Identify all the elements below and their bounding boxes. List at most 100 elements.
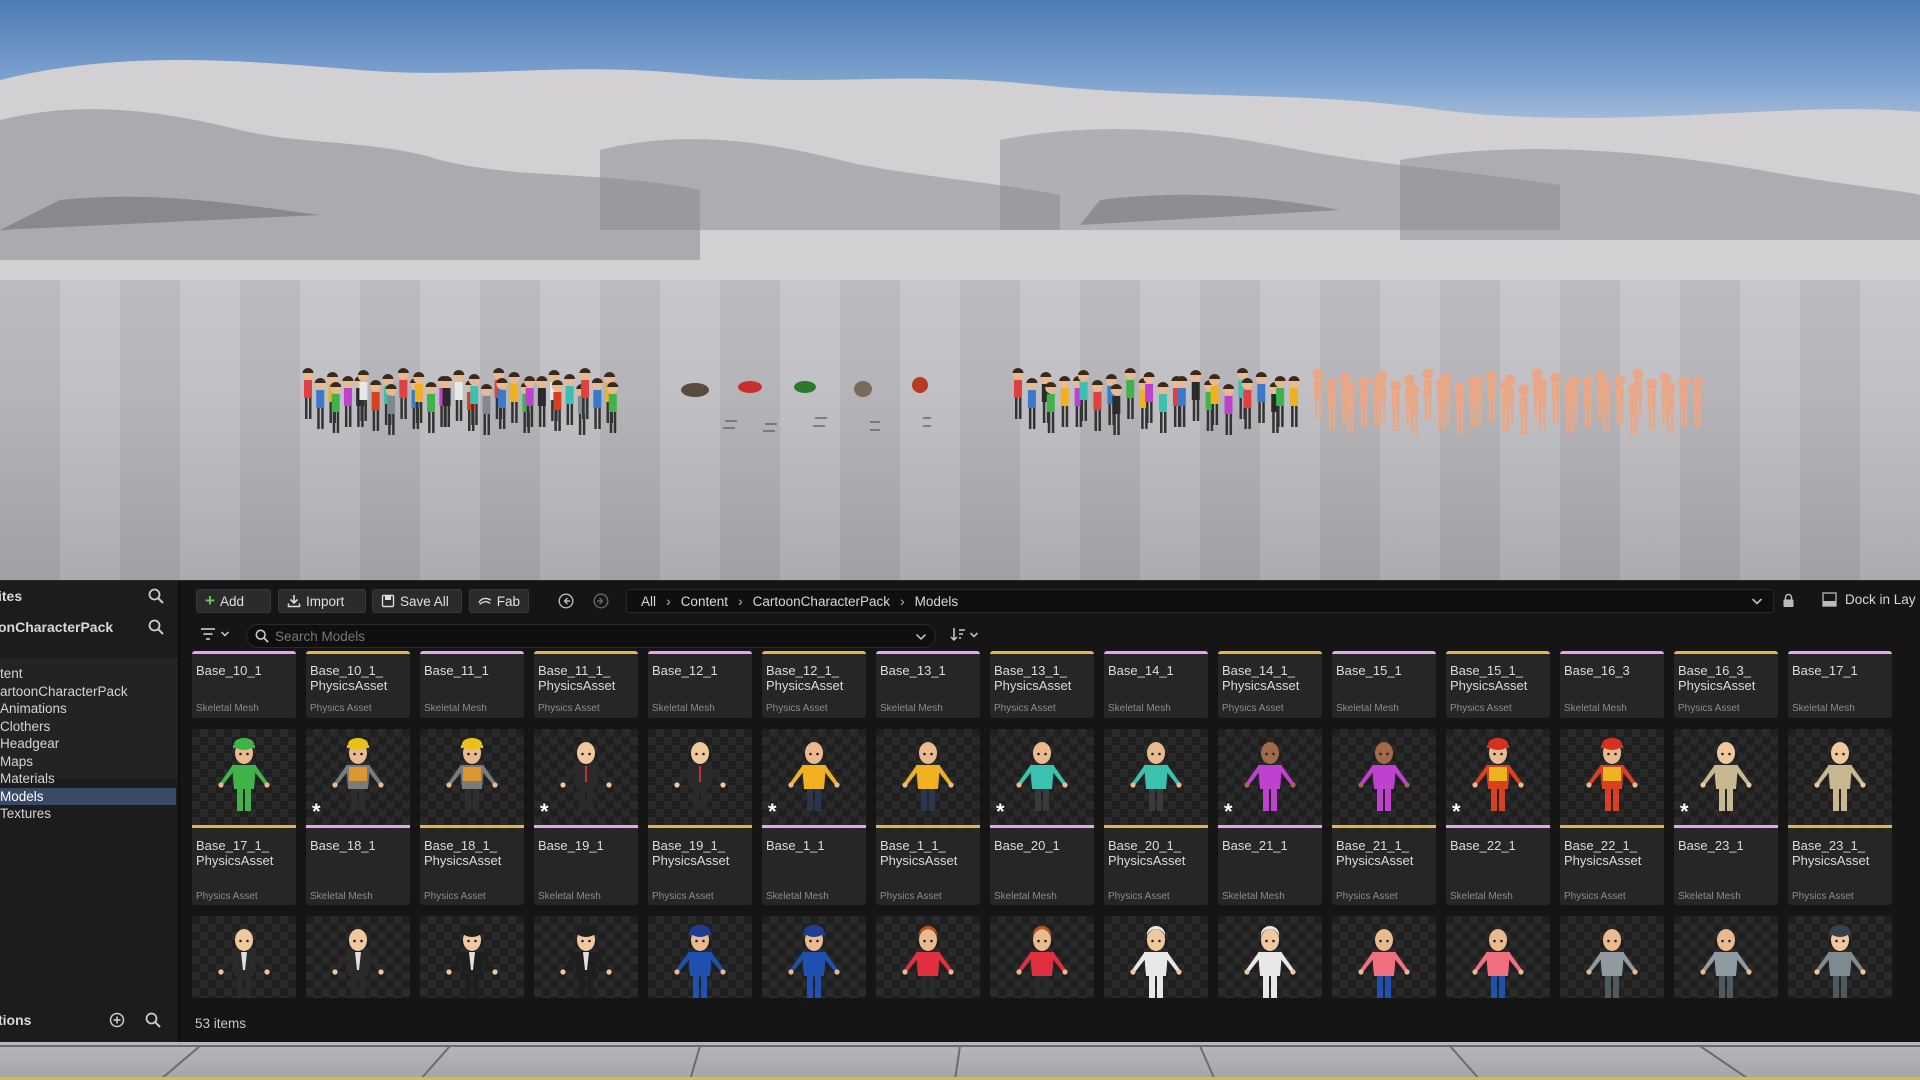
- dock-in-layout-button[interactable]: Dock in Lay: [1822, 592, 1916, 607]
- chevron-down-icon[interactable]: [915, 633, 927, 641]
- save-all-button[interactable]: Save All: [372, 589, 462, 613]
- asset-tile[interactable]: Base_19_1_ PhysicsAsset Physics Asset: [648, 729, 752, 905]
- asset-tile[interactable]: Base_13_1_ PhysicsAsset Physics Asset: [990, 651, 1094, 718]
- asset-tile[interactable]: [876, 916, 980, 998]
- asset-tile[interactable]: [420, 916, 524, 998]
- add-collection-icon[interactable]: [109, 1012, 125, 1028]
- lock-icon[interactable]: [1782, 593, 1795, 608]
- asset-thumbnail: [1104, 729, 1208, 825]
- breadcrumb-models[interactable]: Models: [915, 594, 959, 609]
- tree-item-maps[interactable]: Maps: [0, 753, 176, 770]
- asset-tile[interactable]: Base_1_1_ PhysicsAsset Physics Asset: [876, 729, 980, 905]
- asset-tile[interactable]: Base_14_1_ PhysicsAsset Physics Asset: [1218, 651, 1322, 718]
- asset-tile[interactable]: Base_10_1 Skeletal Mesh: [192, 651, 296, 718]
- level-viewport[interactable]: [0, 0, 1920, 580]
- asset-tile[interactable]: * Base_20_1 Skeletal Mesh: [990, 729, 1094, 905]
- asset-tile[interactable]: Base_13_1 Skeletal Mesh: [876, 651, 980, 718]
- character-preview-icon: [1358, 928, 1410, 998]
- asset-tile[interactable]: Base_22_1_ PhysicsAsset Physics Asset: [1560, 729, 1664, 905]
- crowd-character: [1440, 372, 1452, 423]
- asset-tile[interactable]: * Base_19_1 Skeletal Mesh: [534, 729, 638, 905]
- asset-tile[interactable]: [990, 916, 1094, 998]
- asset-tile[interactable]: Base_11_1 Skeletal Mesh: [420, 651, 524, 718]
- character-group-base-mannequins: [1310, 365, 1710, 455]
- back-icon[interactable]: [558, 593, 574, 609]
- chevron-right-icon[interactable]: ›: [738, 593, 743, 609]
- tree-item-models[interactable]: Models: [0, 787, 176, 805]
- asset-tile[interactable]: Base_10_1_ PhysicsAsset Physics Asset: [306, 651, 410, 718]
- asset-tile[interactable]: [1674, 916, 1778, 998]
- asset-tile[interactable]: Base_16_3 Skeletal Mesh: [1560, 651, 1664, 718]
- asset-tile[interactable]: * Base_22_1 Skeletal Mesh: [1446, 729, 1550, 905]
- chevron-right-icon[interactable]: ›: [900, 593, 905, 609]
- tree-item-tent[interactable]: tent: [0, 665, 176, 682]
- asset-tile[interactable]: [306, 916, 410, 998]
- asset-type: Physics Asset: [196, 891, 258, 902]
- favorites-header[interactable]: ites: [0, 581, 178, 611]
- asset-tile[interactable]: [1446, 916, 1550, 998]
- collection-header[interactable]: onCharacterPack: [0, 612, 178, 642]
- asset-tile[interactable]: Base_20_1_ PhysicsAsset Physics Asset: [1104, 729, 1208, 905]
- forward-icon[interactable]: [593, 593, 609, 609]
- tree-item-artooncharacterpack[interactable]: artoonCharacterPack: [0, 683, 176, 700]
- asset-thumbnail: [1218, 916, 1322, 998]
- asset-thumbnail: [306, 916, 410, 998]
- sort-button[interactable]: [950, 627, 979, 642]
- chevron-down-icon[interactable]: [1751, 597, 1763, 606]
- fab-button[interactable]: Fab: [469, 589, 529, 613]
- asset-tile[interactable]: Base_11_1_ PhysicsAsset Physics Asset: [534, 651, 638, 718]
- asset-name: Base_14_1: [1108, 663, 1174, 678]
- asset-tile[interactable]: Base_12_1_ PhysicsAsset Physics Asset: [762, 651, 866, 718]
- asset-tile[interactable]: Base_15_1_ PhysicsAsset Physics Asset: [1446, 651, 1550, 718]
- asset-tile[interactable]: * Base_1_1 Skeletal Mesh: [762, 729, 866, 905]
- breadcrumb-all[interactable]: All: [641, 594, 656, 609]
- add-button[interactable]: + Add: [196, 589, 271, 613]
- asset-tile[interactable]: Base_17_1_ PhysicsAsset Physics Asset: [192, 729, 296, 905]
- crowd-character: [1614, 374, 1626, 425]
- chevron-right-icon[interactable]: ›: [666, 593, 671, 609]
- asset-tile[interactable]: [1218, 916, 1322, 998]
- tree-item-animations[interactable]: Animations: [0, 700, 176, 717]
- character-preview-icon: [1016, 741, 1068, 811]
- asset-tile[interactable]: Base_12_1 Skeletal Mesh: [648, 651, 752, 718]
- asset-tile[interactable]: [1788, 916, 1892, 998]
- character-preview-icon: [1472, 738, 1524, 811]
- asset-tile[interactable]: [1104, 916, 1208, 998]
- asset-tile[interactable]: Base_14_1 Skeletal Mesh: [1104, 651, 1208, 718]
- collections-header[interactable]: tions: [0, 998, 178, 1043]
- search-icon[interactable]: [148, 619, 164, 635]
- asset-tile[interactable]: [762, 916, 866, 998]
- import-button[interactable]: Import: [278, 589, 366, 613]
- asset-tile[interactable]: [1332, 916, 1436, 998]
- filter-button[interactable]: [200, 627, 230, 641]
- asset-type-bar: [1218, 651, 1322, 654]
- asset-tile[interactable]: [192, 916, 296, 998]
- asset-tile[interactable]: [1560, 916, 1664, 998]
- asset-thumbnail: [420, 916, 524, 998]
- asset-tile[interactable]: [648, 916, 752, 998]
- asset-tile[interactable]: Base_17_1 Skeletal Mesh: [1788, 651, 1892, 718]
- asset-tile[interactable]: Base_15_1 Skeletal Mesh: [1332, 651, 1436, 718]
- search-input[interactable]: Search Models: [246, 624, 936, 648]
- asset-tile[interactable]: Base_23_1_ PhysicsAsset Physics Asset: [1788, 729, 1892, 905]
- asset-tile[interactable]: Base_18_1_ PhysicsAsset Physics Asset: [420, 729, 524, 905]
- asset-tile[interactable]: * Base_23_1 Skeletal Mesh: [1674, 729, 1778, 905]
- search-icon[interactable]: [145, 1012, 161, 1028]
- tree-item-textures[interactable]: Textures: [0, 805, 176, 822]
- tree-item-clothers[interactable]: Clothers: [0, 718, 176, 735]
- tree-item-headgear[interactable]: Headgear: [0, 735, 176, 752]
- asset-name: Base_13_1_ PhysicsAsset: [994, 663, 1072, 693]
- unsaved-star-icon: *: [768, 799, 777, 824]
- asset-tile[interactable]: * Base_21_1 Skeletal Mesh: [1218, 729, 1322, 905]
- asset-tile[interactable]: [534, 916, 638, 998]
- asset-tile[interactable]: * Base_18_1 Skeletal Mesh: [306, 729, 410, 905]
- crowd-character: [508, 372, 520, 423]
- tree-item-materials[interactable]: Materials: [0, 770, 176, 787]
- crowd-character: [1664, 382, 1676, 433]
- breadcrumb-content[interactable]: Content: [681, 594, 728, 609]
- asset-tile[interactable]: Base_16_3_ PhysicsAsset Physics Asset: [1674, 651, 1778, 718]
- search-icon[interactable]: [148, 588, 164, 604]
- breadcrumb-cartoon-character-pack[interactable]: CartoonCharacterPack: [753, 594, 890, 609]
- crowd-character: [1045, 382, 1057, 433]
- asset-tile[interactable]: Base_21_1_ PhysicsAsset Physics Asset: [1332, 729, 1436, 905]
